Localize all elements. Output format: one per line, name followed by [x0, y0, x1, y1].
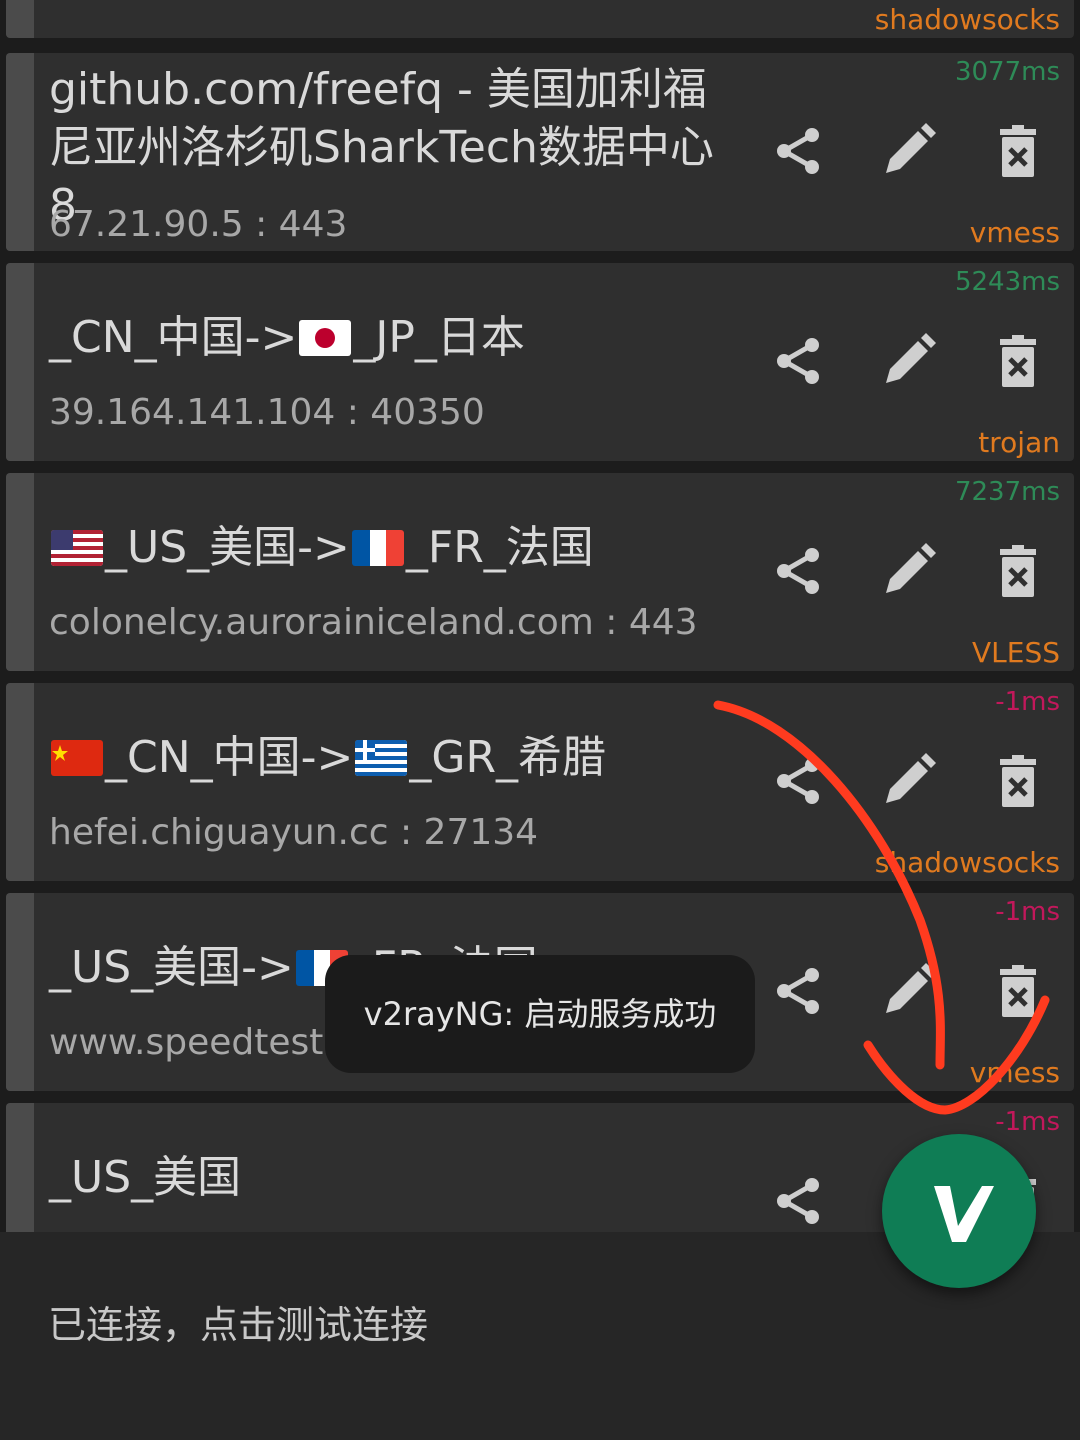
edit-icon[interactable] [876, 539, 940, 603]
server-card[interactable]: github.com/freefq - 美国加利福尼亚州洛杉矶SharkTech… [6, 53, 1074, 251]
server-card[interactable]: _CN_中国-> _JP_日本 39.164.141.104 : 40350 52… [6, 263, 1074, 461]
us-flag-icon [51, 530, 103, 566]
protocol-label: shadowsocks [874, 846, 1060, 879]
edit-icon[interactable] [876, 329, 940, 393]
card-side-bar [6, 1103, 34, 1232]
china-flag-icon [51, 740, 103, 776]
greece-flag-icon [355, 740, 408, 776]
card-side-bar [6, 683, 34, 881]
share-icon[interactable] [766, 749, 830, 813]
connection-status-text[interactable]: 已连接，点击测试连接 [48, 1294, 428, 1349]
server-address: 39.164.141.104 : 40350 [49, 392, 485, 433]
protocol-label: vmess [969, 216, 1060, 249]
latency-label: 7237ms [954, 477, 1060, 507]
edit-icon[interactable] [876, 749, 940, 813]
server-name: _US_美国 [49, 1152, 242, 1203]
delete-icon[interactable] [986, 959, 1050, 1023]
protocol-label: vmess [969, 1056, 1060, 1089]
card-side-bar [6, 263, 34, 461]
latency-label: -1ms [995, 687, 1060, 717]
delete-icon[interactable] [986, 749, 1050, 813]
server-name: _CN_中国-> _GR_希腊 [49, 729, 749, 787]
share-icon[interactable] [766, 1169, 830, 1232]
delete-icon[interactable] [986, 119, 1050, 183]
latency-label: 5243ms [954, 267, 1060, 297]
latency-label: 3077ms [954, 57, 1060, 87]
protocol-label: shadowsocks [874, 3, 1060, 36]
protocol-label: VLESS [972, 636, 1060, 669]
server-card[interactable]: _US_美国-> _FR_法国 colonelcy.aurorainiceland… [6, 473, 1074, 671]
latency-label: -1ms [995, 897, 1060, 927]
connect-toggle-button[interactable] [882, 1134, 1036, 1288]
card-side-bar [6, 473, 34, 671]
delete-icon[interactable] [986, 539, 1050, 603]
delete-icon[interactable] [986, 329, 1050, 393]
server-name: _CN_中国-> _JP_日本 [49, 312, 525, 363]
share-icon[interactable] [766, 119, 830, 183]
share-icon[interactable] [766, 959, 830, 1023]
server-address: 67.21.90.5 : 443 [49, 204, 348, 245]
server-card[interactable]: _CN_中国-> _GR_希腊 hefei.chiguayun.cc : 2713… [6, 683, 1074, 881]
latency-label: -1ms [995, 1107, 1060, 1137]
server-address: colonelcy.aurorainiceland.com : 443 [49, 602, 698, 643]
card-side-bar [6, 893, 34, 1091]
edit-icon[interactable] [876, 959, 940, 1023]
card-side-bar [6, 0, 34, 38]
card-side-bar [6, 53, 34, 251]
server-card[interactable]: shadowsocks [6, 0, 1074, 38]
protocol-label: trojan [978, 426, 1060, 459]
edit-icon[interactable] [876, 119, 940, 183]
server-name: _US_美国->_FR_法国 [49, 519, 749, 577]
toast-message: v2rayNG: 启动服务成功 [325, 955, 755, 1073]
japan-flag-icon [299, 320, 352, 356]
share-icon[interactable] [766, 539, 830, 603]
v2rayng-logo-icon [934, 1186, 994, 1242]
server-address: www.speedtest [49, 1022, 324, 1063]
france-flag-icon [351, 530, 404, 566]
server-address: hefei.chiguayun.cc : 27134 [49, 812, 539, 853]
share-icon[interactable] [766, 329, 830, 393]
